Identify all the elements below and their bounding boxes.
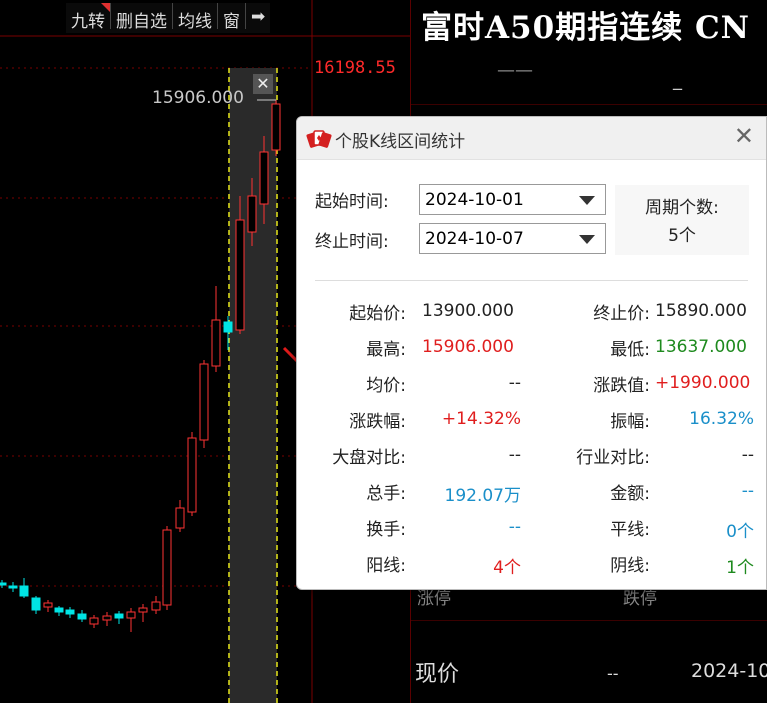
turnover-value: --	[508, 517, 521, 537]
candle-body	[162, 529, 172, 606]
candle-body	[187, 437, 197, 513]
remove-watchlist-button[interactable]: 删自选	[110, 3, 172, 32]
start-time-select[interactable]: 2024-10-01	[419, 184, 606, 215]
total-volume-value: 192.07万	[444, 486, 521, 506]
candle-body	[31, 597, 41, 611]
amplitude-value: 16.32%	[689, 409, 754, 429]
quote-placeholder-2: _	[673, 70, 682, 91]
candle-body	[8, 585, 18, 589]
candle-body	[199, 363, 209, 441]
low-label: 最低:	[610, 340, 650, 360]
low-value: 13637.000	[655, 337, 747, 357]
avg-price-label: 均价:	[366, 376, 406, 396]
instrument-title: 富时A50期指连续 CN	[421, 10, 750, 46]
candle-body	[77, 613, 87, 620]
flat-lines-value: 0个	[726, 522, 754, 542]
amplitude-label: 振幅:	[610, 412, 650, 432]
turnover-label: 换手:	[366, 520, 406, 540]
end-time-label: 终止时间:	[315, 232, 389, 252]
candle-body	[223, 321, 233, 333]
industry-compare-label: 行业对比:	[576, 448, 650, 468]
down-lines-value: 1个	[726, 558, 754, 578]
candle-body	[102, 615, 112, 621]
kline-range-stats-dialog: 个股K线区间统计 ✕ 起始时间: 2024-10-01 终止时间: 2024-1…	[296, 116, 767, 590]
avg-price-value: --	[508, 373, 521, 393]
candle-body	[271, 103, 281, 151]
current-price-value: --	[607, 664, 619, 683]
quote-placeholder-1: ——	[497, 60, 533, 81]
high-value: 15906.000	[422, 337, 514, 357]
change-pct-value: +14.32%	[441, 409, 521, 429]
close-icon[interactable]: ✕	[734, 122, 754, 150]
candle-body	[235, 219, 245, 331]
high-price-marker: 15906.000	[152, 88, 244, 108]
candle-body	[19, 585, 29, 597]
candle-body	[151, 601, 161, 611]
period-count-label: 周期个数:	[645, 198, 719, 218]
change-pct-label: 涨跌幅:	[349, 412, 406, 432]
current-price-label: 现价	[415, 662, 460, 687]
candle-body	[259, 151, 269, 205]
dialog-titlebar[interactable]: 个股K线区间统计 ✕	[297, 117, 766, 160]
up-lines-label: 阳线:	[366, 556, 406, 576]
amount-label: 金额:	[610, 484, 650, 504]
start-price-label: 起始价:	[349, 304, 406, 324]
candle-body	[126, 611, 136, 619]
down-lines-label: 阴线:	[610, 556, 650, 576]
end-time-value: 2024-10-07	[425, 229, 524, 249]
amount-value: --	[741, 481, 754, 501]
candle-body	[89, 617, 99, 625]
candle-body	[54, 607, 64, 613]
panel-divider	[411, 104, 767, 105]
change-label: 涨跌值:	[593, 376, 650, 396]
price-axis-label: 16198.55	[314, 58, 396, 78]
start-time-value: 2024-10-01	[425, 190, 524, 210]
chevron-down-icon[interactable]	[579, 196, 595, 205]
market-compare-value: --	[508, 445, 521, 465]
candle-body	[0, 582, 7, 586]
candle-body	[43, 602, 53, 608]
nine-turn-button[interactable]: 九转	[66, 3, 110, 32]
panel-divider	[411, 620, 767, 621]
cards-logo-icon	[306, 127, 332, 153]
period-count-value: 5个	[668, 226, 696, 246]
start-price-value: 13900.000	[422, 301, 514, 321]
period-count-box: 周期个数: 5个	[615, 185, 749, 255]
start-time-label: 起始时间:	[315, 192, 389, 212]
market-compare-label: 大盘对比:	[332, 448, 406, 468]
expand-arrow-icon[interactable]: ➡	[245, 3, 270, 29]
end-price-value: 15890.000	[655, 301, 747, 321]
industry-compare-value: --	[741, 445, 754, 465]
selection-range-highlight	[229, 68, 277, 703]
chevron-down-icon[interactable]	[579, 235, 595, 244]
divider	[315, 280, 748, 281]
candle-body	[114, 613, 124, 619]
candle-body	[65, 609, 75, 615]
high-label: 最高:	[366, 340, 406, 360]
end-time-select[interactable]: 2024-10-07	[419, 223, 606, 254]
candle-body	[211, 319, 221, 367]
current-price-date: 2024-10	[691, 660, 767, 682]
change-value: +1990.000	[655, 373, 751, 393]
moving-average-button[interactable]: 均线	[172, 3, 217, 32]
close-selection-icon[interactable]: ✕	[253, 74, 273, 94]
candle-body	[175, 507, 185, 529]
total-volume-label: 总手:	[366, 484, 406, 504]
dialog-title: 个股K线区间统计	[335, 132, 466, 152]
up-lines-value: 4个	[493, 558, 521, 578]
chart-toolbar: 九转 删自选 均线 窗 ➡	[66, 3, 271, 33]
candle-body	[138, 607, 148, 613]
candle-body	[247, 195, 257, 233]
end-price-label: 终止价:	[593, 304, 650, 324]
flat-lines-label: 平线:	[610, 520, 650, 540]
window-button[interactable]: 窗	[217, 3, 245, 32]
